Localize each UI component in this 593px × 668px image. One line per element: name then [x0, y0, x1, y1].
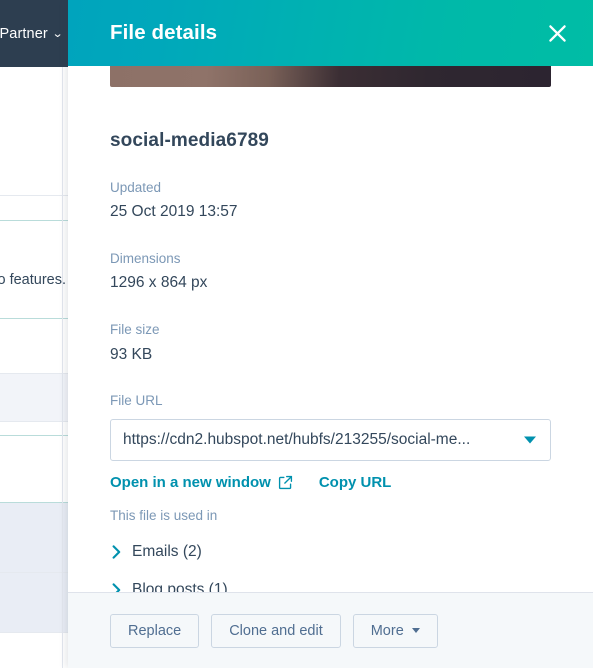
file-preview-image: [110, 66, 551, 87]
table-row: [0, 421, 68, 435]
used-in-label: This file is used in: [110, 507, 218, 523]
background-table: [0, 67, 68, 668]
field-label: Dimensions: [110, 251, 181, 267]
external-link-icon: [278, 475, 292, 489]
file-name: social-media6789: [110, 130, 269, 151]
close-button[interactable]: [541, 17, 573, 49]
accordion-item-blog-posts[interactable]: Blog posts (1): [110, 581, 551, 592]
file-url-select-wrapper: https://cdn2.hubspot.net/hubfs/213255/so…: [110, 418, 551, 461]
field-file-size: File size 93 KB: [110, 321, 551, 365]
background-vertical-rule: [62, 67, 63, 668]
file-details-panel: File details social-media6789 Updated 25…: [68, 0, 593, 668]
field-dimensions: Dimensions 1296 x 864 px: [110, 250, 551, 294]
copy-url-link[interactable]: Copy URL: [319, 474, 392, 491]
more-button-label: More: [370, 622, 404, 639]
chevron-down-icon: [411, 628, 420, 633]
replace-button[interactable]: Replace: [110, 613, 200, 648]
file-url-select[interactable]: https://cdn2.hubspot.net/hubfs/213255/so…: [110, 418, 551, 461]
panel-title: File details: [110, 21, 218, 44]
field-label: File URL: [110, 393, 163, 409]
table-row: [0, 502, 68, 632]
accordion-item-emails[interactable]: Emails (2): [110, 543, 551, 561]
file-url-actions: Open in a new window Copy URL: [110, 474, 551, 491]
field-value: 93 KB: [110, 345, 153, 363]
file-url-value: https://cdn2.hubspot.net/hubfs/213255/so…: [123, 430, 471, 448]
replace-button-label: Replace: [128, 622, 182, 639]
accordion-label: Emails (2): [132, 542, 202, 560]
table-row: [0, 632, 68, 668]
field-value: 25 Oct 2019 13:57: [110, 203, 238, 221]
panel-footer: Replace Clone and edit More: [68, 592, 593, 668]
accordion-label: Blog posts (1): [132, 580, 228, 592]
background-top-nav[interactable]: Partner ⌄: [0, 0, 68, 67]
field-file-url: File URL https://cdn2.hubspot.net/hubfs/…: [110, 392, 551, 461]
field-label: Updated: [110, 180, 162, 195]
nav-partner-label: Partner: [0, 25, 48, 42]
chevron-right-icon: [110, 544, 122, 559]
chevron-right-icon: [110, 582, 122, 592]
table-row: [0, 373, 68, 421]
table-row: [0, 195, 68, 220]
chevron-down-icon: ⌄: [51, 28, 64, 40]
panel-header: File details: [68, 0, 593, 66]
table-row: [0, 220, 68, 318]
chevron-down-icon: [524, 436, 536, 444]
background-text-fragment: o features.: [0, 272, 66, 288]
clone-and-edit-button[interactable]: Clone and edit: [211, 613, 341, 648]
field-value: 1296 x 864 px: [110, 274, 208, 292]
panel-body: social-media6789 Updated 25 Oct 2019 13:…: [68, 66, 593, 592]
field-updated: Updated 25 Oct 2019 13:57: [110, 179, 551, 223]
open-in-new-window-link[interactable]: Open in a new window: [110, 474, 293, 491]
table-row: [0, 435, 68, 502]
table-row: [0, 318, 68, 373]
close-icon: [548, 24, 566, 42]
field-label: File size: [110, 322, 160, 338]
open-in-new-window-label: Open in a new window: [110, 473, 271, 491]
more-button[interactable]: More: [352, 613, 438, 648]
clone-and-edit-button-label: Clone and edit: [229, 622, 323, 639]
copy-url-label: Copy URL: [318, 473, 392, 491]
table-row-divider: [0, 572, 68, 573]
